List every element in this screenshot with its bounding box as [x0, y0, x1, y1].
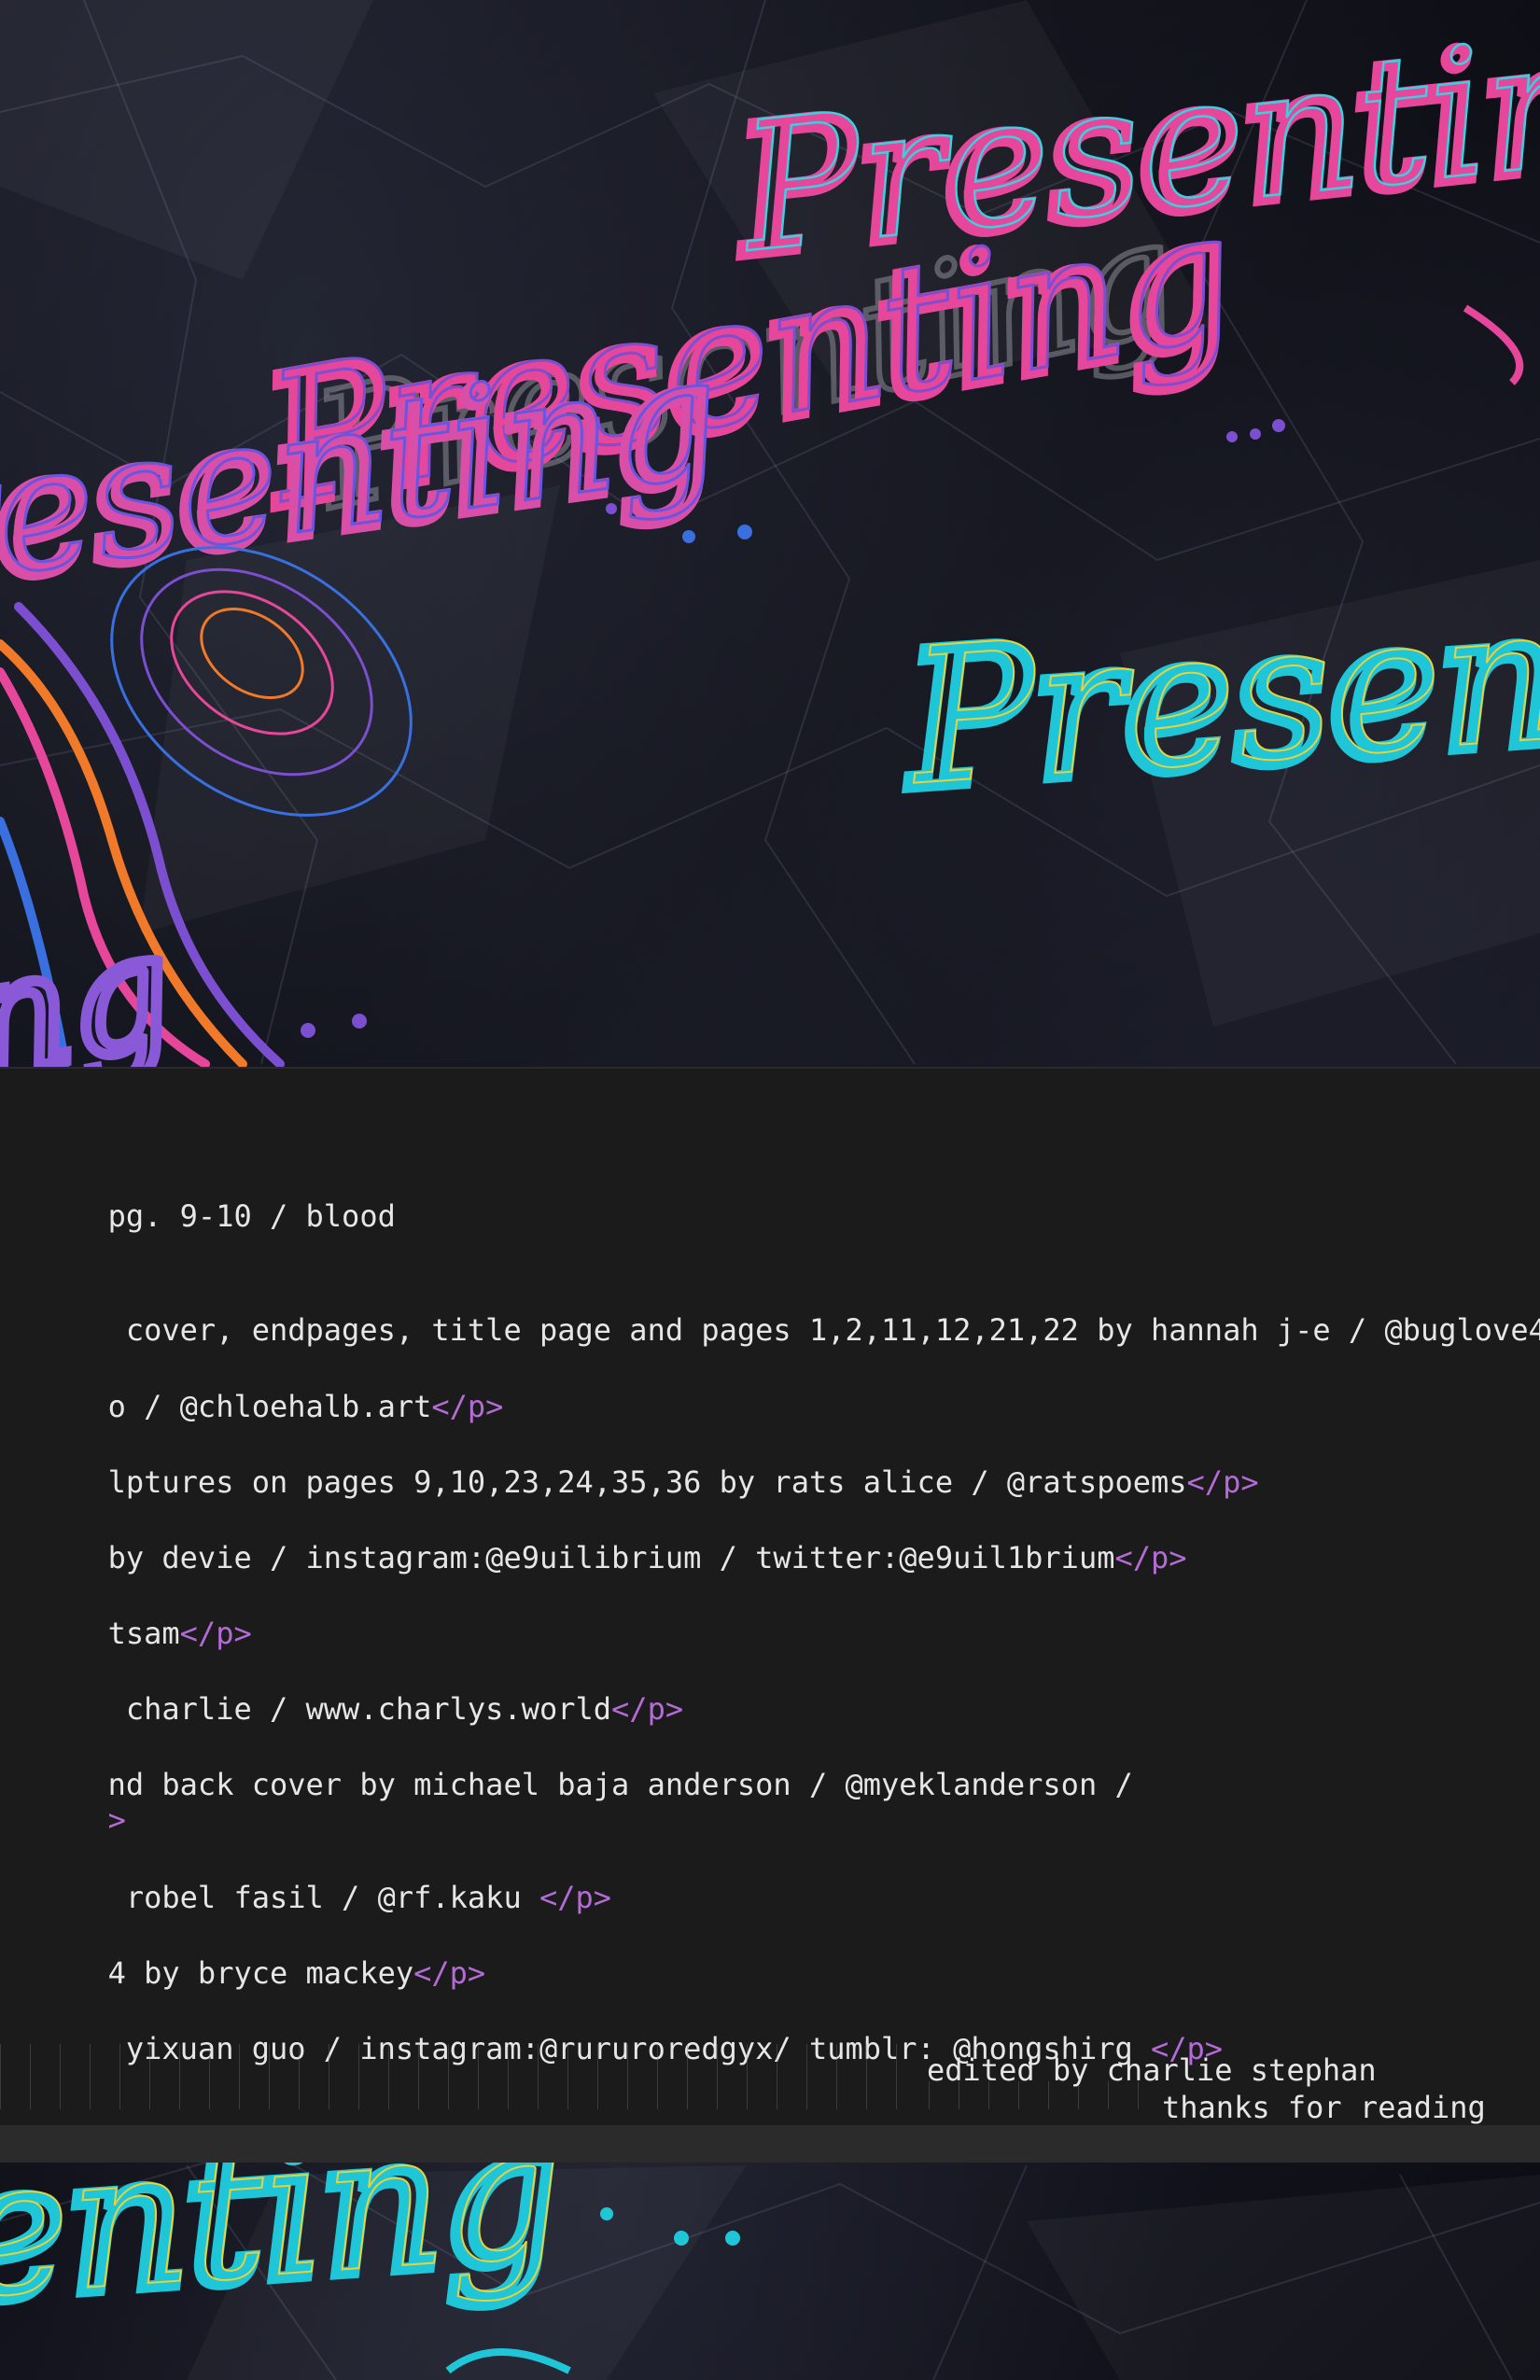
- svg-text:Presenting: Presenting: [252, 170, 1251, 543]
- closing-tag: </p>: [539, 1880, 612, 1915]
- code-line-text: cover, endpages, title page and pages 1,…: [107, 1312, 1540, 1348]
- code-line-8: nd back cover by michael baja anderson /…: [0, 1729, 1133, 1802]
- svg-text:Presenting: Presenting: [247, 175, 1246, 548]
- code-line-12: yixuan guo / instagram:@rururoredgyx/ tu…: [0, 1993, 1223, 2066]
- code-line-10: robel fasil / @rf.kaku </p>: [0, 1841, 611, 1915]
- code-line-6: tsam</p>: [0, 1577, 252, 1651]
- closing-tag: </p>: [179, 1616, 252, 1651]
- code-line-1: pg. 9-10 / blood: [0, 1160, 396, 1234]
- svg-text:Presenting: Presenting: [298, 183, 1192, 546]
- svg-text:Present: Present: [895, 564, 1540, 832]
- current-line-highlight: [0, 2125, 1540, 2163]
- code-line-2: cover, endpages, title page and pages 1,…: [0, 1274, 1540, 1348]
- closing-tag: </p>: [611, 1691, 684, 1727]
- code-line-5: by devie / instagram:@e9uilibrium / twit…: [0, 1502, 1187, 1575]
- code-line-text: 4 by bryce mackey: [107, 1955, 414, 1991]
- code-line-text: robel fasil / @rf.kaku: [107, 1880, 539, 1915]
- code-line-text: by devie / instagram:@e9uilibrium / twit…: [107, 1540, 1115, 1575]
- code-line-text: nd back cover by michael baja anderson /…: [107, 1767, 1133, 1802]
- code-line-text: lptures on pages 9,10,23,24,35,36 by rat…: [107, 1464, 1187, 1500]
- closing-tag: </p>: [1186, 1464, 1259, 1500]
- closing-tag: </p>: [413, 1955, 486, 1991]
- code-line-text: charlie / www.charlys.world: [107, 1691, 612, 1727]
- svg-text:Present: Present: [901, 560, 1540, 828]
- code-line-7: charlie / www.charlys.world</p>: [0, 1653, 683, 1727]
- closing-tag: </p>: [431, 1389, 504, 1424]
- code-line-text: o / @chloehalb.art: [107, 1389, 432, 1424]
- code-editor-panel: pg. 9-10 / blood cover, endpages, title …: [0, 1067, 1540, 2163]
- closing-tag: </p>: [1114, 1540, 1187, 1575]
- code-line-11: 4 by bryce mackey</p>: [0, 1917, 486, 1991]
- svg-text:Presenting: Presenting: [724, 0, 1540, 297]
- edited-by-line: edited by charlie stephan: [927, 2052, 1377, 2088]
- code-line-4: lptures on pages 9,10,23,24,35,36 by rat…: [0, 1426, 1259, 1500]
- code-line-text: pg. 9-10 / blood: [107, 1198, 396, 1234]
- code-line-9: >: [0, 1764, 126, 1838]
- svg-text:Presenting: Presenting: [0, 318, 733, 640]
- page: Presenting Presenting Presenting Present…: [0, 0, 1540, 2380]
- svg-text:Presenting: Presenting: [0, 323, 728, 645]
- closing-tag: >: [107, 1802, 126, 1838]
- svg-text:Presenting: Presenting: [730, 0, 1540, 292]
- indent-guides: [0, 2044, 915, 2109]
- thanks-line: thanks for reading: [1162, 2090, 1486, 2125]
- code-line-3: o / @chloehalb.art</p>: [0, 1351, 504, 1424]
- code-line-text: tsam: [107, 1616, 180, 1651]
